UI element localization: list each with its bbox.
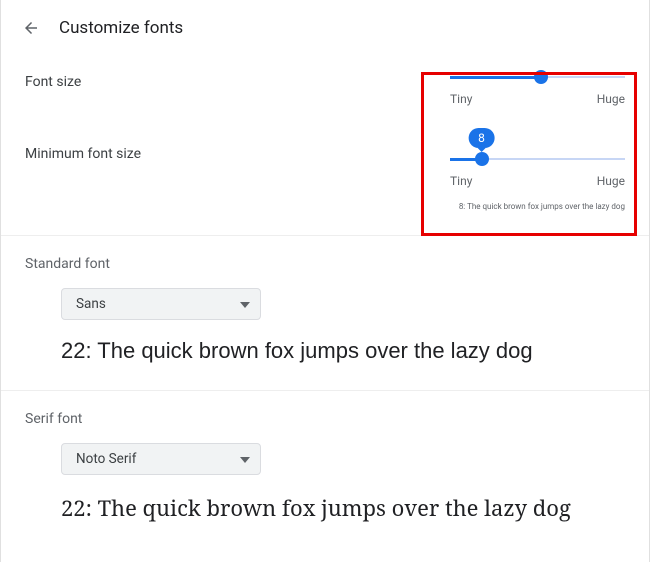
standard-font-select[interactable]: Sans xyxy=(61,288,261,320)
standard-font-preview: 22: The quick brown fox jumps over the l… xyxy=(61,338,625,364)
arrow-left-icon xyxy=(22,19,40,37)
serif-font-title: Serif font xyxy=(25,411,625,427)
slider-min-label: Tiny xyxy=(450,174,472,188)
slider-tooltip: 8 xyxy=(468,128,495,148)
back-button[interactable] xyxy=(21,18,41,38)
slider-thumb[interactable] xyxy=(534,70,548,84)
serif-font-preview: 22: The quick brown fox jumps over the l… xyxy=(61,493,625,523)
font-size-slider[interactable] xyxy=(450,70,625,84)
caret-down-icon xyxy=(240,296,250,312)
min-font-size-slider[interactable]: 8 xyxy=(450,152,625,166)
slider-thumb[interactable]: 8 xyxy=(475,152,489,166)
slider-max-label: Huge xyxy=(597,92,625,106)
select-value: Noto Serif xyxy=(76,451,136,467)
page-title: Customize fonts xyxy=(59,18,183,38)
slider-min-label: Tiny xyxy=(450,92,472,106)
min-font-size-row: Minimum font size 8 Tiny Huge 8: The qui… xyxy=(25,140,625,211)
serif-font-select[interactable]: Noto Serif xyxy=(61,443,261,475)
caret-down-icon xyxy=(240,451,250,467)
font-size-label: Font size xyxy=(25,68,81,90)
select-value: Sans xyxy=(76,296,106,312)
font-size-row: Font size Tiny Huge xyxy=(25,68,625,106)
min-font-size-label: Minimum font size xyxy=(25,140,141,162)
standard-font-title: Standard font xyxy=(25,256,625,272)
min-font-preview: 8: The quick brown fox jumps over the la… xyxy=(450,202,625,211)
slider-max-label: Huge xyxy=(597,174,625,188)
